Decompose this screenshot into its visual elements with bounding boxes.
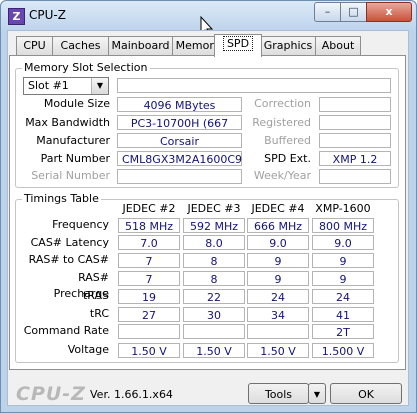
timing-row-label: RAS# Precharge: [53, 271, 109, 300]
timing-cell: 27: [118, 307, 180, 322]
timing-cell: 24: [312, 289, 374, 304]
tab-mainboard[interactable]: Mainboard: [108, 36, 173, 56]
timing-cell: [118, 324, 180, 339]
timing-cell: 7.0: [118, 235, 180, 250]
timing-cell: 9.0: [247, 235, 309, 250]
memory-type-value: [117, 78, 391, 93]
serial-number-label: Serial Number: [31, 169, 110, 182]
timings-column-header: XMP-1600: [315, 202, 371, 215]
timing-cell: 30: [183, 307, 245, 322]
timings-column-header: JEDEC #4: [251, 202, 305, 215]
spd-ext-label: SPD Ext.: [264, 152, 311, 165]
tab-label: About: [321, 39, 355, 52]
correction-value: [319, 97, 391, 112]
tools-button[interactable]: Tools: [248, 383, 309, 404]
max-bandwidth-value: PC3-10700H (667 MHz): [117, 115, 242, 145]
timing-cell: 2T: [312, 324, 374, 339]
serial-number-value: [117, 169, 242, 184]
tab-label: Graphics: [263, 39, 313, 52]
timing-cell: 34: [247, 307, 309, 322]
ok-button[interactable]: OK: [330, 383, 402, 404]
tab-label: Mainboard: [111, 39, 170, 52]
spd-ext-value: XMP 1.2: [319, 151, 391, 166]
manufacturer-label: Manufacturer: [36, 134, 110, 147]
group-title: Memory Slot Selection: [22, 61, 150, 74]
cpuz-logo: CPU-Z: [16, 383, 86, 405]
timing-cell: 7: [118, 271, 180, 286]
slot-select-value: Slot #1: [28, 79, 69, 92]
timing-cell: 9.0: [312, 235, 374, 250]
timing-cell: 22: [183, 289, 245, 304]
timing-cell: 9: [312, 271, 374, 286]
registered-value: [319, 115, 391, 130]
timing-row-label: tRAS: [82, 289, 109, 302]
timing-cell: 41: [312, 307, 374, 322]
timing-cell: 24: [247, 289, 309, 304]
tab-label: CPU: [23, 39, 46, 52]
timing-cell: 8.0: [183, 235, 245, 250]
tab-cpu[interactable]: CPU: [16, 36, 53, 56]
tab-spd[interactable]: SPD: [214, 34, 262, 57]
timing-row-label: RAS# to CAS#: [28, 253, 109, 266]
timing-cell: 19: [118, 289, 180, 304]
version-label: Ver. 1.66.1.x64: [90, 388, 173, 401]
close-button[interactable]: x: [366, 2, 412, 22]
timing-cell: 666 MHz: [247, 218, 309, 233]
timing-cell: 1.50 V: [183, 343, 245, 358]
slot-select[interactable]: Slot #1 ▼: [23, 77, 109, 95]
part-number-value: CML8GX3M2A1600C9: [117, 151, 242, 166]
timing-cell: [247, 324, 309, 339]
week-year-value: [319, 169, 391, 184]
maximize-button[interactable]: □: [340, 2, 367, 22]
timing-cell: 8: [183, 253, 245, 268]
timings-column-header: JEDEC #2: [122, 202, 176, 215]
timing-cell: 518 MHz: [118, 218, 180, 233]
part-number-label: Part Number: [40, 152, 110, 165]
tab-label: Caches: [60, 39, 101, 52]
tools-dropdown-chevron-down-icon[interactable]: ▼: [308, 383, 326, 404]
timing-cell: 7: [118, 253, 180, 268]
window-title: CPU-Z: [29, 8, 66, 22]
tab-label: SPD: [222, 36, 254, 51]
cpuz-app-icon: Z: [8, 8, 25, 25]
registered-label: Registered: [252, 116, 311, 129]
minimize-button[interactable]: –: [314, 2, 341, 22]
timing-row-label: Command Rate: [23, 324, 109, 337]
manufacturer-value: Corsair: [117, 133, 242, 148]
timings-column-header: JEDEC #3: [187, 202, 241, 215]
module-size-value: 4096 MBytes: [117, 97, 242, 112]
timing-row-label: Voltage: [67, 343, 109, 356]
group-title: Timings Table: [22, 192, 101, 205]
tab-about[interactable]: About: [315, 36, 361, 56]
timing-row-label: Frequency: [52, 218, 109, 231]
correction-label: Correction: [254, 97, 311, 110]
timing-cell: [183, 324, 245, 339]
timing-cell: 8: [183, 271, 245, 286]
week-year-label: Week/Year: [253, 169, 311, 182]
chevron-down-icon[interactable]: ▼: [91, 78, 108, 94]
buffered-label: Buffered: [264, 134, 311, 147]
timing-cell: 1.50 V: [118, 343, 180, 358]
timing-row-label: CAS# Latency: [30, 236, 109, 249]
timing-cell: 592 MHz: [183, 218, 245, 233]
buffered-value: [319, 133, 391, 148]
max-bandwidth-label: Max Bandwidth: [25, 116, 110, 129]
timing-cell: 9: [247, 271, 309, 286]
timing-cell: 1.50 V: [247, 343, 309, 358]
tab-graphics[interactable]: Graphics: [260, 36, 316, 56]
timing-cell: 1.500 V: [312, 343, 374, 358]
timing-cell: 9: [247, 253, 309, 268]
timing-row-label: tRC: [89, 307, 109, 320]
module-size-label: Module Size: [43, 97, 110, 110]
timing-cell: 800 MHz: [312, 218, 374, 233]
tab-caches[interactable]: Caches: [52, 36, 109, 56]
timing-cell: 9: [312, 253, 374, 268]
